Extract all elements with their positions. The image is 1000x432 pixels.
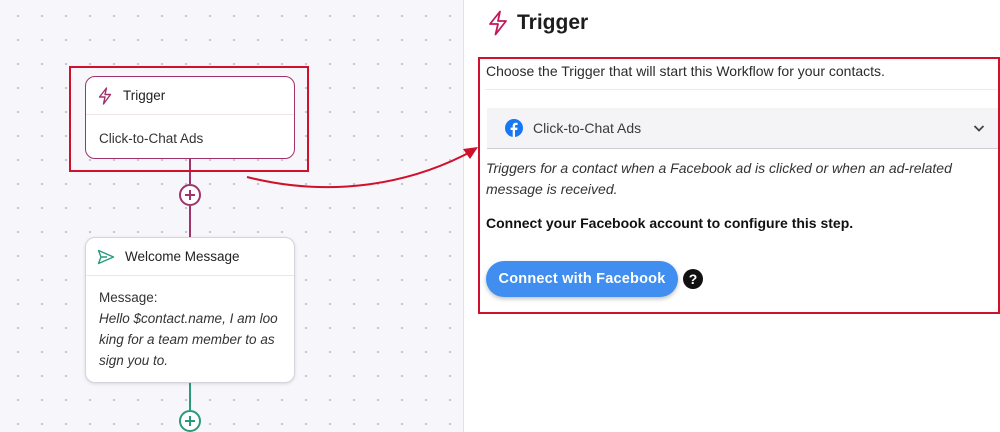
lightning-icon xyxy=(489,10,507,36)
message-label: Message: xyxy=(99,290,158,305)
highlight-box-trigger-panel xyxy=(478,57,1000,314)
welcome-node-title: Welcome Message xyxy=(125,249,240,264)
welcome-node-header: Welcome Message xyxy=(86,238,294,276)
panel-title: Trigger xyxy=(517,11,589,34)
send-icon xyxy=(97,249,115,264)
workflow-canvas[interactable]: Trigger Click-to-Chat Ads Welcome Messag… xyxy=(0,0,464,432)
lightning-icon xyxy=(98,86,112,105)
trigger-node-title: Trigger xyxy=(123,88,166,103)
trigger-node-header: Trigger xyxy=(86,77,294,115)
plus-icon xyxy=(185,416,195,426)
welcome-node-body: Message: Hello $contact.name, I am loo k… xyxy=(86,276,294,384)
trigger-config-panel: Trigger Choose the Trigger that will sta… xyxy=(465,0,1000,432)
trigger-node[interactable]: Trigger Click-to-Chat Ads xyxy=(85,76,295,159)
welcome-message-node[interactable]: Welcome Message Message: Hello $contact.… xyxy=(85,237,295,383)
plus-icon xyxy=(185,190,195,200)
panel-header: Trigger xyxy=(487,10,588,36)
add-step-button[interactable] xyxy=(179,410,201,432)
trigger-node-subtitle: Click-to-Chat Ads xyxy=(99,131,204,146)
message-text-line: Hello $contact.name, I am loo xyxy=(99,311,278,326)
message-text-line: sign you to. xyxy=(99,353,169,368)
message-text-line: king for a team member to as xyxy=(99,332,275,347)
add-step-button[interactable] xyxy=(179,184,201,206)
